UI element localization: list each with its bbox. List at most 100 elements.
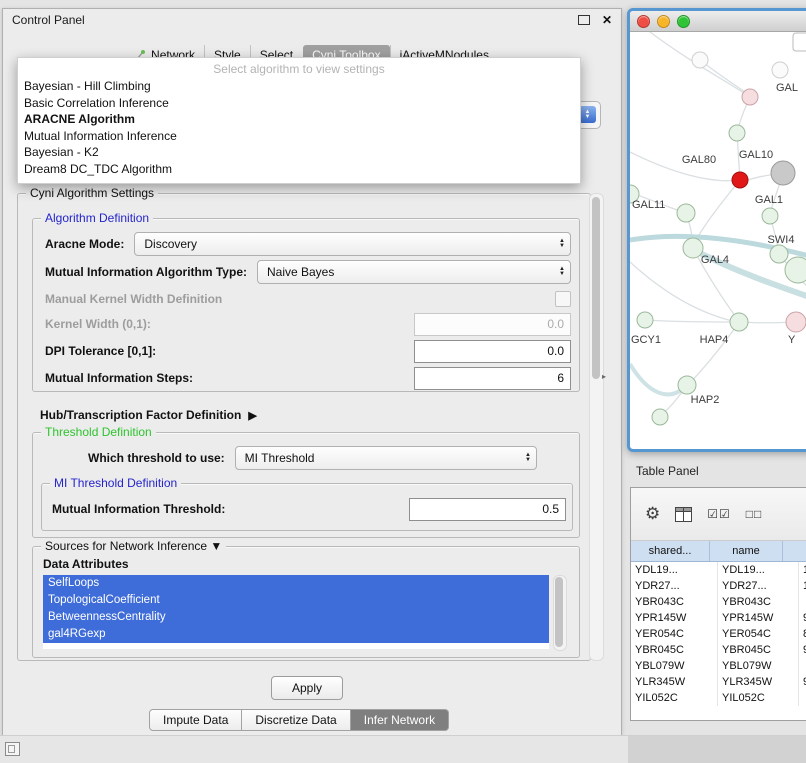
mi-threshold-row: Mutual Information Threshold: 0.5 bbox=[52, 498, 566, 520]
algorithm-option-bayes-hill[interactable]: Bayesian - Hill Climbing bbox=[18, 78, 580, 95]
node[interactable] bbox=[729, 125, 745, 141]
combo-arrows-icon: ▲▼ bbox=[559, 239, 565, 249]
cell[interactable]: 9. bbox=[799, 642, 806, 658]
node-selected-red[interactable] bbox=[732, 172, 748, 188]
attribute-item-gal4rgexp[interactable]: gal4RGexp bbox=[43, 626, 549, 643]
table-row: YBR045C YBR045C 9. bbox=[631, 642, 806, 658]
mi-type-select[interactable]: Naive Bayes ▲▼ bbox=[257, 260, 571, 284]
node-gcy1[interactable] bbox=[637, 312, 653, 328]
panel-resize-arrow[interactable]: ▸ bbox=[602, 372, 606, 381]
network-canvas[interactable]: GAL GAL80 GAL10 GAL11 GAL1 SWI4 GAL4 GCY… bbox=[630, 32, 806, 443]
cell[interactable]: YBL079W bbox=[631, 658, 718, 674]
cell[interactable]: YPR145W bbox=[631, 610, 718, 626]
cell[interactable]: YBR043C bbox=[631, 594, 718, 610]
node[interactable] bbox=[692, 52, 708, 68]
kernel-width-input[interactable]: 0.0 bbox=[414, 313, 571, 336]
table-row: YPR145W YPR145W 9. bbox=[631, 610, 806, 626]
cell[interactable]: YBR045C bbox=[718, 642, 799, 658]
scrollbar-thumb[interactable] bbox=[555, 577, 563, 647]
manual-kernel-checkbox[interactable] bbox=[555, 291, 571, 307]
cell[interactable] bbox=[799, 658, 806, 674]
attribute-item-selfloops[interactable]: SelfLoops bbox=[43, 575, 549, 592]
aracne-mode-select[interactable]: Discovery ▲▼ bbox=[134, 232, 571, 256]
algorithm-option-dream8[interactable]: Dream8 DC_TDC Algorithm bbox=[18, 161, 580, 178]
bottom-tab-impute-data[interactable]: Impute Data bbox=[149, 709, 242, 731]
select-all-icon[interactable]: ☑☑ bbox=[707, 507, 731, 521]
traffic-light-close[interactable] bbox=[637, 15, 650, 28]
algorithm-option-basic-correlation[interactable]: Basic Correlation Inference bbox=[18, 95, 580, 112]
algorithm-option-aracne[interactable]: ARACNE Algorithm bbox=[18, 111, 580, 128]
cell[interactable]: YLR345W bbox=[718, 674, 799, 690]
restore-panel-icon[interactable] bbox=[5, 742, 20, 756]
node-hap4[interactable] bbox=[730, 313, 748, 331]
deselect-all-icon[interactable]: □□ bbox=[746, 507, 763, 521]
node-label-hap4: HAP4 bbox=[700, 334, 729, 346]
gear-icon[interactable]: ⚙ bbox=[645, 504, 660, 524]
node-label-gal1: GAL1 bbox=[755, 194, 783, 206]
node-gal11[interactable] bbox=[677, 204, 695, 222]
cell[interactable]: YDL19... bbox=[631, 562, 718, 578]
which-threshold-row: Which threshold to use: MI Threshold ▲▼ bbox=[88, 447, 537, 469]
cell[interactable]: YBL079W bbox=[718, 658, 799, 674]
cell[interactable]: YDR27... bbox=[631, 578, 718, 594]
which-threshold-select[interactable]: MI Threshold ▲▼ bbox=[235, 446, 537, 470]
cell[interactable]: 8. bbox=[799, 626, 806, 642]
node-swi4[interactable] bbox=[770, 245, 788, 263]
columns-icon[interactable] bbox=[675, 507, 692, 522]
settings-scrollbar[interactable] bbox=[589, 193, 604, 661]
node-label-swi4: SWI4 bbox=[768, 234, 795, 246]
node[interactable] bbox=[742, 89, 758, 105]
cell[interactable]: YDR27... bbox=[718, 578, 799, 594]
column-header-shared[interactable]: shared... bbox=[631, 541, 710, 561]
node[interactable] bbox=[785, 257, 806, 283]
mi-steps-input[interactable]: 6 bbox=[414, 367, 571, 390]
column-header-name[interactable]: name bbox=[710, 541, 783, 561]
node-hap2[interactable] bbox=[678, 376, 696, 394]
traffic-light-minimize[interactable] bbox=[657, 15, 670, 28]
node-gal1[interactable] bbox=[762, 208, 778, 224]
cell[interactable] bbox=[799, 594, 806, 610]
overview-fragment bbox=[793, 33, 806, 51]
node-gal10[interactable] bbox=[771, 161, 795, 185]
cell[interactable]: YLR345W bbox=[631, 674, 718, 690]
cell[interactable] bbox=[799, 690, 806, 706]
mi-threshold-input[interactable]: 0.5 bbox=[409, 498, 566, 521]
cell[interactable]: YER054C bbox=[631, 626, 718, 642]
cell[interactable]: YIL052C bbox=[718, 690, 799, 706]
cell[interactable]: YDL19... bbox=[718, 562, 799, 578]
manual-kernel-label: Manual Kernel Width Definition bbox=[45, 292, 222, 306]
sources-group-toggle[interactable]: Sources for Network Inference ▼ bbox=[41, 539, 226, 553]
bottom-tab-infer-network[interactable]: Infer Network bbox=[351, 709, 449, 731]
manual-kernel-row: Manual Kernel Width Definition bbox=[45, 291, 571, 307]
cell[interactable]: YER054C bbox=[718, 626, 799, 642]
table-body: YDL19... YDL19... 13 YDR27... YDR27... 1… bbox=[631, 562, 806, 706]
algorithm-option-bayes-k2[interactable]: Bayesian - K2 bbox=[18, 144, 580, 161]
cell[interactable]: 13 bbox=[799, 562, 806, 578]
hub-section-toggle[interactable]: Hub/Transcription Factor Definition ▶ bbox=[40, 408, 257, 422]
float-window-icon[interactable] bbox=[578, 15, 590, 25]
traffic-light-zoom[interactable] bbox=[677, 15, 690, 28]
cell[interactable]: YBR045C bbox=[631, 642, 718, 658]
attribute-list-scrollbar[interactable] bbox=[553, 575, 567, 651]
bottom-tab-discretize-data[interactable]: Discretize Data bbox=[242, 709, 350, 731]
column-header-extra[interactable] bbox=[783, 541, 806, 561]
cell[interactable]: 9. bbox=[799, 674, 806, 690]
attribute-item-topologicalcoefficient[interactable]: TopologicalCoefficient bbox=[43, 592, 549, 609]
cell[interactable]: YPR145W bbox=[718, 610, 799, 626]
algorithm-option-mutual-information[interactable]: Mutual Information Inference bbox=[18, 128, 580, 145]
dpi-tolerance-input[interactable]: 0.0 bbox=[414, 340, 571, 363]
node[interactable] bbox=[652, 409, 668, 425]
node[interactable] bbox=[772, 62, 788, 78]
which-threshold-value: MI Threshold bbox=[245, 451, 517, 465]
cell[interactable]: 12 bbox=[799, 578, 806, 594]
scrollbar-thumb[interactable] bbox=[592, 197, 600, 379]
close-icon[interactable]: ✕ bbox=[602, 13, 612, 27]
node[interactable] bbox=[786, 312, 806, 332]
cell[interactable]: 9. bbox=[799, 610, 806, 626]
apply-button[interactable]: Apply bbox=[271, 676, 343, 700]
cell[interactable]: YIL052C bbox=[631, 690, 718, 706]
cell[interactable]: YBR043C bbox=[718, 594, 799, 610]
node-label-hap2: HAP2 bbox=[691, 394, 720, 406]
attribute-item-betweennesscentrality[interactable]: BetweennessCentrality bbox=[43, 609, 549, 626]
window-title: Control Panel bbox=[12, 13, 578, 27]
